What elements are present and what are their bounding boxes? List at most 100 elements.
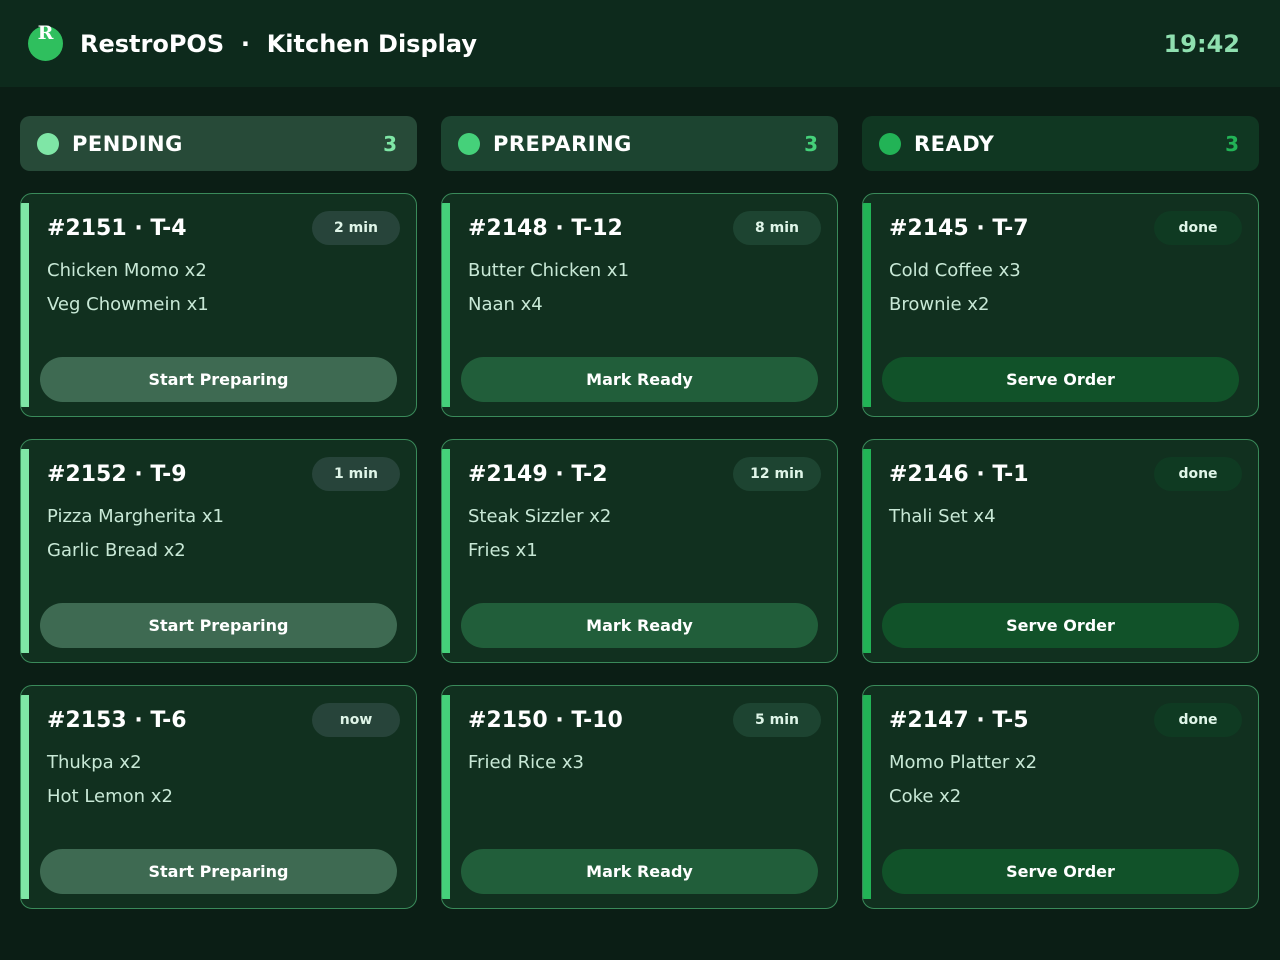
card-header: #2149 · T-2 12 min (468, 457, 821, 491)
order-card: #2145 · T-7 done Cold Coffee x3 Brownie … (862, 193, 1259, 417)
order-item: Pizza Margherita x1 (47, 506, 224, 527)
order-item: Garlic Bread x2 (47, 540, 186, 561)
order-item: Butter Chicken x1 (468, 260, 630, 281)
column-count: 3 (804, 131, 818, 156)
card-header: #2146 · T-1 done (889, 457, 1242, 491)
order-item: Momo Platter x2 (889, 752, 1038, 773)
elapsed-time-badge: 5 min (733, 703, 821, 737)
column-count: 3 (1225, 131, 1239, 156)
order-item: Fries x1 (468, 540, 538, 561)
status-dot-icon (37, 132, 59, 155)
order-item: Brownie x2 (889, 294, 990, 315)
order-item: Thukpa x2 (47, 752, 142, 773)
column-preparing: PREPARING 3 #2148 · T-12 8 min Butter Ch… (441, 116, 838, 931)
card-accent-bar (442, 449, 450, 653)
status-dot-icon (879, 132, 901, 155)
column-header-preparing: PREPARING 3 (441, 116, 838, 171)
app-name: RestroPOS (80, 29, 225, 58)
order-id: #2151 · T-4 (47, 215, 187, 241)
column-pending: PENDING 3 #2151 · T-4 2 min Chicken Momo… (20, 116, 417, 931)
card-accent-bar (863, 203, 871, 407)
column-count: 3 (383, 131, 397, 156)
order-card: #2146 · T-1 done Thali Set x4 Serve Orde… (862, 439, 1259, 663)
order-items: Steak Sizzler x2 Fries x1 (468, 504, 611, 572)
mark-ready-button[interactable]: Mark Ready (461, 603, 818, 648)
order-id: #2149 · T-2 (468, 461, 608, 487)
start-preparing-button[interactable]: Start Preparing (40, 357, 397, 402)
status-badge: done (1154, 703, 1242, 737)
card-accent-bar (863, 695, 871, 899)
order-item: Fried Rice x3 (468, 752, 584, 773)
order-items: Butter Chicken x1 Naan x4 (468, 258, 629, 326)
order-id: #2150 · T-10 (468, 707, 623, 733)
order-card: #2150 · T-10 5 min Fried Rice x3 Mark Re… (441, 685, 838, 909)
mark-ready-button[interactable]: Mark Ready (461, 357, 818, 402)
card-accent-bar (21, 203, 29, 407)
card-header: #2150 · T-10 5 min (468, 703, 821, 737)
order-card: #2147 · T-5 done Momo Platter x2 Coke x2… (862, 685, 1259, 909)
clock: 19:42 (1163, 29, 1240, 58)
order-items: Thukpa x2 Hot Lemon x2 (47, 750, 173, 818)
card-header: #2145 · T-7 done (889, 211, 1242, 245)
card-accent-bar (21, 695, 29, 899)
order-items: Cold Coffee x3 Brownie x2 (889, 258, 1021, 326)
column-title: READY (914, 131, 995, 156)
elapsed-time-badge: 8 min (733, 211, 821, 245)
order-id: #2148 · T-12 (468, 215, 623, 241)
elapsed-time-badge: now (312, 703, 400, 737)
title-separator: · (240, 29, 250, 58)
order-card: #2152 · T-9 1 min Pizza Margherita x1 Ga… (20, 439, 417, 663)
card-header: #2148 · T-12 8 min (468, 211, 821, 245)
order-item: Naan x4 (468, 294, 543, 315)
order-items: Pizza Margherita x1 Garlic Bread x2 (47, 504, 224, 572)
order-card: #2153 · T-6 now Thukpa x2 Hot Lemon x2 S… (20, 685, 417, 909)
column-title: PREPARING (493, 131, 632, 156)
order-items: Momo Platter x2 Coke x2 (889, 750, 1037, 818)
screen-name: Kitchen Display (266, 29, 477, 58)
top-bar: R RestroPOS · Kitchen Display 19:42 (0, 0, 1280, 87)
order-card: #2151 · T-4 2 min Chicken Momo x2 Veg Ch… (20, 193, 417, 417)
order-id: #2152 · T-9 (47, 461, 187, 487)
status-dot-icon (458, 132, 480, 155)
card-header: #2153 · T-6 now (47, 703, 400, 737)
order-id: #2145 · T-7 (889, 215, 1029, 241)
card-header: #2152 · T-9 1 min (47, 457, 400, 491)
card-accent-bar (21, 449, 29, 653)
order-item: Coke x2 (889, 786, 962, 807)
app-title: RestroPOS · Kitchen Display (80, 30, 477, 58)
card-accent-bar (442, 203, 450, 407)
card-header: #2147 · T-5 done (889, 703, 1242, 737)
status-badge: done (1154, 211, 1242, 245)
start-preparing-button[interactable]: Start Preparing (40, 849, 397, 894)
order-item: Thali Set x4 (889, 506, 996, 527)
start-preparing-button[interactable]: Start Preparing (40, 603, 397, 648)
order-card: #2148 · T-12 8 min Butter Chicken x1 Naa… (441, 193, 838, 417)
order-items: Fried Rice x3 (468, 750, 584, 784)
column-header-ready: READY 3 (862, 116, 1259, 171)
card-accent-bar (442, 695, 450, 899)
column-ready: READY 3 #2145 · T-7 done Cold Coffee x3 … (862, 116, 1259, 931)
column-header-pending: PENDING 3 (20, 116, 417, 171)
order-id: #2153 · T-6 (47, 707, 187, 733)
order-item: Chicken Momo x2 (47, 260, 207, 281)
order-item: Veg Chowmein x1 (47, 294, 209, 315)
elapsed-time-badge: 1 min (312, 457, 400, 491)
order-item: Cold Coffee x3 (889, 260, 1021, 281)
order-item: Hot Lemon x2 (47, 786, 173, 807)
order-item: Steak Sizzler x2 (468, 506, 612, 527)
logo-letter: R (37, 22, 54, 44)
order-id: #2147 · T-5 (889, 707, 1029, 733)
serve-order-button[interactable]: Serve Order (882, 603, 1239, 648)
restropos-logo: R (28, 22, 63, 61)
column-title: PENDING (72, 131, 183, 156)
elapsed-time-badge: 2 min (312, 211, 400, 245)
order-items: Chicken Momo x2 Veg Chowmein x1 (47, 258, 209, 326)
card-header: #2151 · T-4 2 min (47, 211, 400, 245)
mark-ready-button[interactable]: Mark Ready (461, 849, 818, 894)
order-items: Thali Set x4 (889, 504, 996, 538)
serve-order-button[interactable]: Serve Order (882, 849, 1239, 894)
card-accent-bar (863, 449, 871, 653)
serve-order-button[interactable]: Serve Order (882, 357, 1239, 402)
order-id: #2146 · T-1 (889, 461, 1029, 487)
elapsed-time-badge: 12 min (733, 457, 821, 491)
